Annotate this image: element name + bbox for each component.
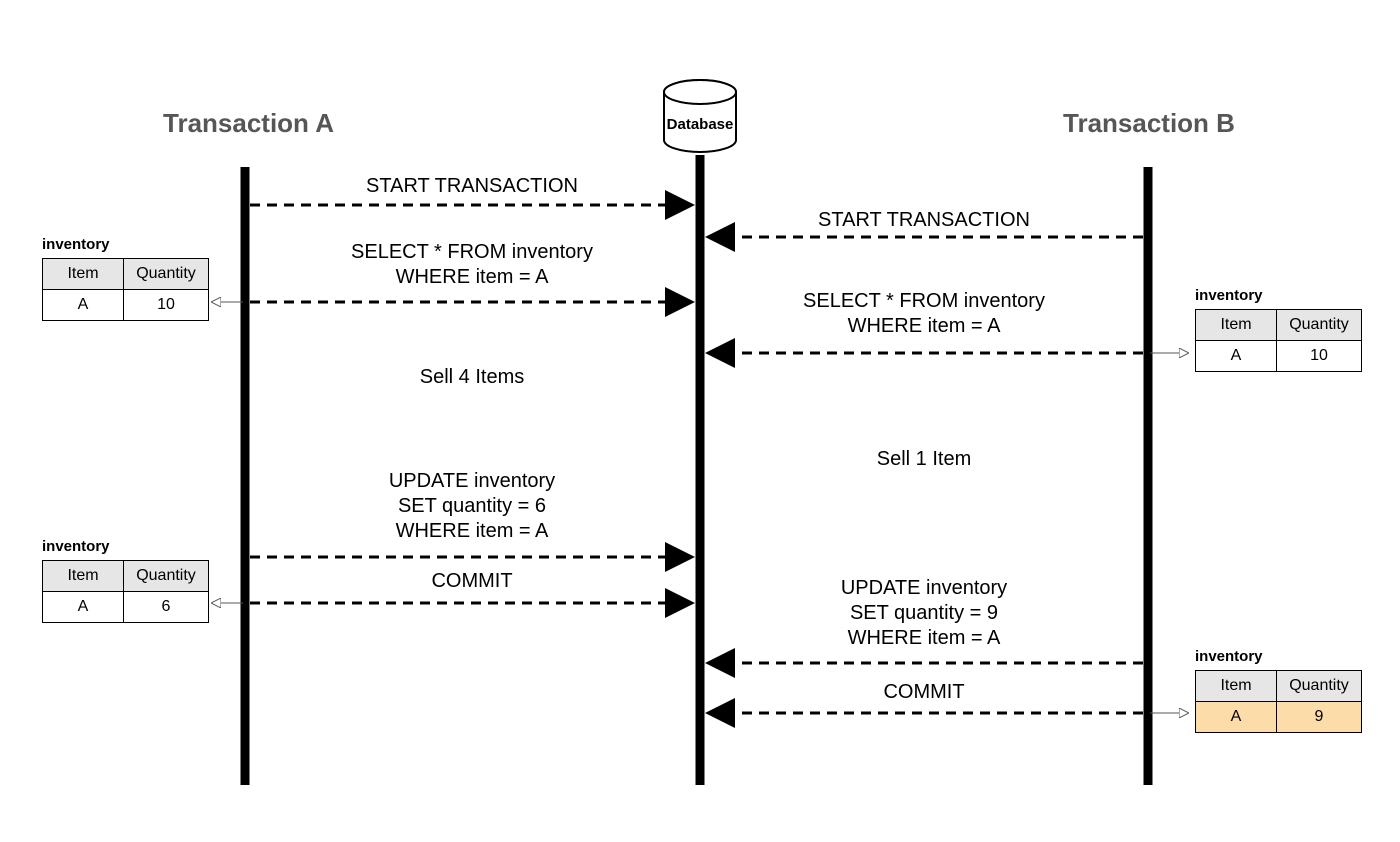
- col-item: Item: [43, 259, 124, 290]
- inv-b1-title: inventory: [1195, 287, 1263, 304]
- msg-b-select: SELECT * FROM inventoryWHERE item = A: [803, 289, 1045, 339]
- table-row: A 6: [43, 592, 209, 623]
- msg-a-select: SELECT * FROM inventoryWHERE item = A: [351, 240, 593, 290]
- msg-a-sell: Sell 4 Items: [420, 365, 524, 390]
- inv-b2-title: inventory: [1195, 648, 1263, 665]
- table-row: A 10: [43, 290, 209, 321]
- inv-a2-title: inventory: [42, 538, 110, 555]
- inv-table-a2: Item Quantity A 6: [42, 560, 209, 623]
- inv-table-a1: Item Quantity A 10: [42, 258, 209, 321]
- inv-table-b1: Item Quantity A 10: [1195, 309, 1362, 372]
- msg-b-sell: Sell 1 Item: [877, 447, 971, 472]
- msg-b-update: UPDATE inventorySET quantity = 9WHERE it…: [841, 576, 1007, 651]
- table-row-highlighted: A 9: [1196, 702, 1362, 733]
- heading-database: Database: [667, 116, 734, 133]
- diagram-root: { "headings": { "tx_a": "Transaction A",…: [0, 0, 1400, 842]
- col-qty: Quantity: [124, 259, 209, 290]
- inv-table-b2: Item Quantity A 9: [1195, 670, 1362, 733]
- table-row: A 10: [1196, 341, 1362, 372]
- heading-transaction-b: Transaction B: [1063, 108, 1235, 139]
- msg-a-commit: COMMIT: [431, 569, 512, 594]
- heading-transaction-a: Transaction A: [163, 108, 334, 139]
- msg-b-commit: COMMIT: [883, 680, 964, 705]
- inv-a1-title: inventory: [42, 236, 110, 253]
- msg-b-start: START TRANSACTION: [818, 208, 1030, 233]
- msg-a-start: START TRANSACTION: [366, 174, 578, 199]
- msg-a-update: UPDATE inventorySET quantity = 6WHERE it…: [389, 469, 555, 544]
